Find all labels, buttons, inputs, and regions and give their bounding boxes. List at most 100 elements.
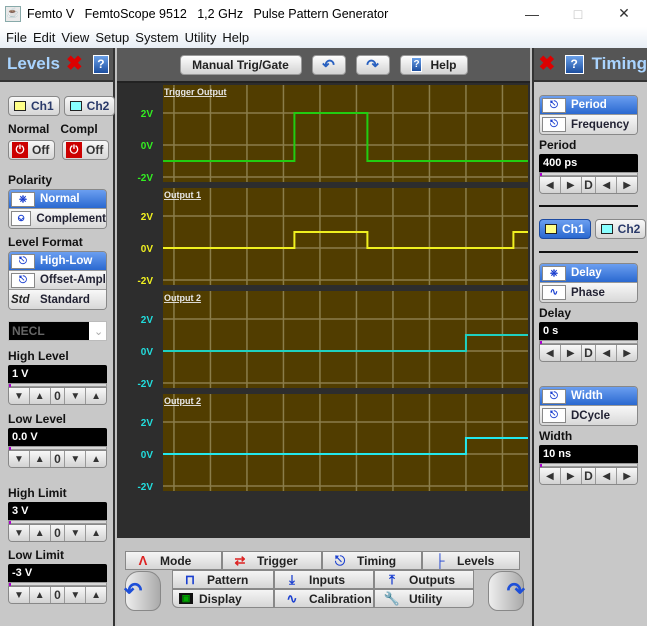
menu-edit[interactable]: Edit <box>33 30 55 45</box>
nav-timing[interactable]: ⎋ Timing <box>322 551 422 570</box>
fine-up-button[interactable]: ▲ <box>29 388 51 404</box>
low-level-field[interactable]: 0.0 V <box>8 428 107 446</box>
fine-left-button[interactable]: ◀ <box>540 177 561 193</box>
low-limit-field[interactable]: -3 V <box>8 564 107 582</box>
undo-button[interactable]: ↶ <box>311 54 346 75</box>
zero-button[interactable]: 0 <box>50 525 66 541</box>
compl-output-toggle[interactable]: ⏻ Off <box>62 140 109 160</box>
nav-mode[interactable]: Λ Mode <box>125 551 222 570</box>
mouse-forward-button[interactable]: ↷ <box>488 571 525 611</box>
zero-button[interactable]: 0 <box>50 587 66 603</box>
coarse-left-button[interactable]: ◀ <box>596 468 618 484</box>
default-button[interactable]: D <box>581 468 597 484</box>
big-down-button[interactable]: ▼ <box>65 525 87 541</box>
close-panel-icon[interactable]: ✖ <box>537 54 557 74</box>
coarse-down-button[interactable]: ▼ <box>9 451 30 467</box>
help-book-icon[interactable]: ? <box>92 54 109 74</box>
coarse-left-button[interactable]: ◀ <box>596 345 618 361</box>
big-up-button[interactable]: ▲ <box>86 388 106 404</box>
menu-utility[interactable]: Utility <box>185 30 217 45</box>
fine-up-button[interactable]: ▲ <box>29 525 51 541</box>
fine-left-button[interactable]: ◀ <box>540 468 561 484</box>
low-level-slider[interactable] <box>8 446 107 450</box>
nav-pattern[interactable]: ⊓ Pattern <box>172 570 274 589</box>
timing-ch1-button[interactable]: Ch1 <box>539 219 591 239</box>
zero-button[interactable]: 0 <box>50 451 66 467</box>
big-down-button[interactable]: ▼ <box>65 451 87 467</box>
menu-system[interactable]: System <box>135 30 178 45</box>
width-field[interactable]: 10 ns <box>539 445 638 463</box>
mode-width[interactable]: ⎋ Width <box>540 387 637 406</box>
default-button[interactable]: D <box>581 345 597 361</box>
fine-right-button[interactable]: ▶ <box>560 345 582 361</box>
high-limit-field[interactable]: 3 V <box>8 502 107 520</box>
mode-dcycle[interactable]: ⎋ DCycle <box>540 406 637 425</box>
delay-field[interactable]: 0 s <box>539 322 638 340</box>
coarse-down-button[interactable]: ▼ <box>9 388 30 404</box>
period-field[interactable]: 400 ps <box>539 154 638 172</box>
mode-phase[interactable]: ∿ Phase <box>540 283 637 302</box>
period-slider[interactable] <box>539 172 638 176</box>
coarse-right-button[interactable]: ▶ <box>617 177 637 193</box>
maximize-button[interactable]: □ <box>555 0 601 27</box>
fine-up-button[interactable]: ▲ <box>29 587 51 603</box>
menu-setup[interactable]: Setup <box>95 30 129 45</box>
mode-delay-label: Delay <box>571 267 602 279</box>
nav-utility[interactable]: 🔧 Utility <box>374 589 474 608</box>
close-button[interactable]: ✕ <box>601 0 647 27</box>
mode-period[interactable]: ⎋ Period <box>540 96 637 115</box>
manual-trig-gate-button[interactable]: Manual Trig/Gate <box>179 54 302 75</box>
nav-calibration[interactable]: ∿ Calibration <box>274 589 374 608</box>
logic-family-select[interactable]: NECL ⌄ <box>8 321 107 341</box>
coarse-down-button[interactable]: ▼ <box>9 525 30 541</box>
coarse-right-button[interactable]: ▶ <box>617 345 637 361</box>
default-button[interactable]: D <box>581 177 597 193</box>
high-limit-slider[interactable] <box>8 520 107 524</box>
menu-view[interactable]: View <box>61 30 89 45</box>
delay-slider[interactable] <box>539 340 638 344</box>
fine-right-button[interactable]: ▶ <box>560 177 582 193</box>
zero-button[interactable]: 0 <box>50 388 66 404</box>
format-offset-ampl[interactable]: ⎋ Offset-Ampl <box>9 271 106 290</box>
fine-left-button[interactable]: ◀ <box>540 345 561 361</box>
nav-display[interactable]: ▣ Display <box>172 589 274 608</box>
coarse-down-button[interactable]: ▼ <box>9 587 30 603</box>
ch1-button[interactable]: Ch1 <box>8 96 60 116</box>
nav-trigger[interactable]: ⇄ Trigger <box>222 551 322 570</box>
nav-pattern-label: Pattern <box>207 572 249 587</box>
help-button[interactable]: ? Help <box>399 54 468 75</box>
coarse-right-button[interactable]: ▶ <box>617 468 637 484</box>
menu-file[interactable]: File <box>6 30 27 45</box>
nav-levels[interactable]: ├ Levels <box>422 551 520 570</box>
nav-inputs[interactable]: ⤓ Inputs <box>274 570 374 589</box>
nav-outputs[interactable]: ⤒ Outputs <box>374 570 474 589</box>
menu-help[interactable]: Help <box>222 30 249 45</box>
normal-output-toggle[interactable]: ⏻ Off <box>8 140 55 160</box>
high-level-slider[interactable] <box>8 383 107 387</box>
fine-right-button[interactable]: ▶ <box>560 468 582 484</box>
mode-frequency[interactable]: ⎋ Frequency <box>540 115 637 134</box>
low-limit-label: Low Limit <box>8 548 64 562</box>
mouse-back-button[interactable]: ↶ <box>124 571 161 611</box>
width-slider[interactable] <box>539 463 638 467</box>
close-panel-icon[interactable]: ✖ <box>66 54 83 74</box>
redo-button[interactable]: ↷ <box>355 54 390 75</box>
big-down-button[interactable]: ▼ <box>65 388 87 404</box>
fine-up-button[interactable]: ▲ <box>29 451 51 467</box>
coarse-left-button[interactable]: ◀ <box>596 177 618 193</box>
polarity-complement[interactable]: ⎉ Complement <box>9 209 106 228</box>
format-high-low[interactable]: ⎋ High-Low <box>9 252 106 271</box>
big-up-button[interactable]: ▲ <box>86 451 106 467</box>
big-down-button[interactable]: ▼ <box>65 587 87 603</box>
big-up-button[interactable]: ▲ <box>86 525 106 541</box>
minimize-button[interactable]: — <box>509 0 555 27</box>
mode-delay[interactable]: ⎈ Delay <box>540 264 637 283</box>
low-limit-slider[interactable] <box>8 582 107 586</box>
big-up-button[interactable]: ▲ <box>86 587 106 603</box>
help-book-icon[interactable]: ? <box>564 54 584 74</box>
timing-ch2-button[interactable]: Ch2 <box>594 219 647 239</box>
ch2-button[interactable]: Ch2 <box>63 96 116 116</box>
format-standard[interactable]: Std Standard <box>9 290 106 309</box>
high-level-field[interactable]: 1 V <box>8 365 107 383</box>
polarity-normal[interactable]: ⎈ Normal <box>9 190 106 209</box>
